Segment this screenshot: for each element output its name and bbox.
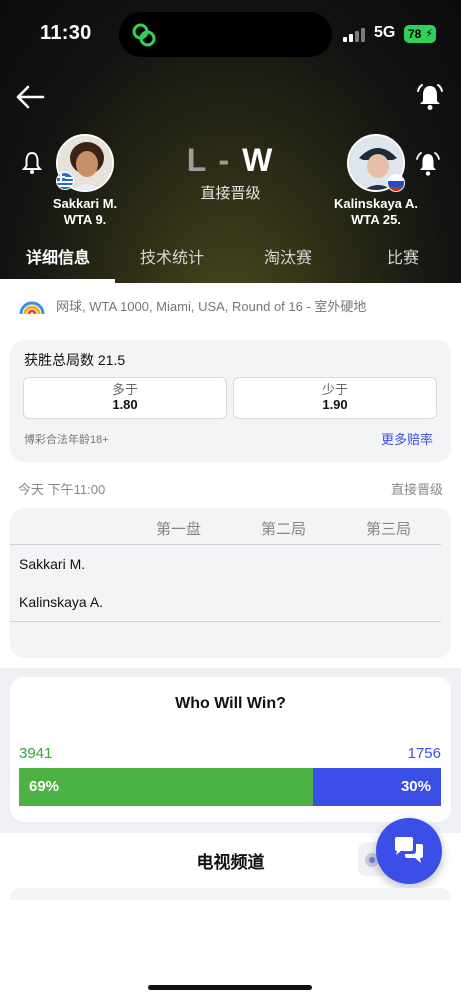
score-separator: -: [218, 142, 232, 178]
odds-under-label: 少于: [321, 382, 348, 397]
odds-over-value: 1.80: [112, 397, 138, 412]
votes-left: 3941: [19, 745, 53, 762]
player-rank-right: WTA 25.: [351, 212, 401, 227]
tab-statistics[interactable]: 技术统计: [140, 244, 204, 268]
table-divider: [10, 621, 441, 622]
match-time: 今天 下午11:00: [18, 482, 106, 497]
table-divider: [10, 544, 441, 545]
poll-bar-left[interactable]: [19, 768, 313, 806]
provider-rainbow-icon: [19, 301, 45, 315]
tournament-text: 网球, WTA 1000, Miami, USA, Round of 16 - …: [56, 299, 367, 314]
poll-bar[interactable]: 69% 30%: [19, 768, 441, 806]
tab-bar: 详细信息 技术统计 淘汰赛 比赛: [0, 236, 461, 283]
votes-right: 1756: [407, 745, 441, 762]
charging-bolt-icon: ⚡: [425, 28, 433, 40]
status-time: 11:30: [40, 22, 92, 44]
odds-card: 获胜总局数 21.5 多于 1.80 少于 1.90 博彩合法年龄18+ 更多赔…: [10, 340, 451, 462]
sets-table: 第一盘 第二局 第三局 Sakkari M. Kalinskaya A.: [10, 508, 451, 658]
score-right: W: [242, 142, 275, 178]
tab-matches[interactable]: 比赛: [387, 244, 419, 268]
greece-flag-icon: [56, 172, 74, 190]
match-state: 直接晋级: [390, 482, 443, 497]
who-will-win-card: Who Will Win? 3941 1756 69% 30%: [10, 677, 451, 822]
odds-over-button[interactable]: 多于 1.80: [23, 377, 227, 419]
tab-details[interactable]: 详细信息: [26, 244, 90, 268]
russia-flag-icon: [387, 174, 405, 192]
match-header: 11:30 5G 78 ⚡ Sakkari M. WTA 9. Kalinska…: [0, 0, 461, 283]
set-header-3: 第三局: [366, 521, 412, 538]
battery-icon: 78 ⚡: [404, 25, 436, 43]
row-spacer: [19, 584, 441, 585]
player-info-left[interactable]: Sakkari M. WTA 9.: [25, 196, 145, 228]
legal-age-notice: 博彩合法年龄18+: [24, 434, 109, 446]
odds-title: 获胜总局数 21.5: [24, 352, 126, 368]
player-name-left: Sakkari M.: [52, 196, 118, 211]
match-status: 直接晋级: [200, 185, 261, 202]
network-label: 5G: [374, 24, 396, 41]
odds-under-value: 1.90: [322, 397, 348, 412]
bell-filled-icon[interactable]: [415, 82, 445, 112]
next-card-edge: [10, 888, 451, 900]
more-odds-link[interactable]: 更多赔率: [381, 429, 433, 448]
table-row-player-left: Sakkari M.: [19, 556, 86, 572]
home-indicator[interactable]: [148, 985, 312, 990]
signal-icon: [343, 28, 367, 42]
set-header-2: 第二局: [261, 521, 307, 538]
poll-title: Who Will Win?: [175, 695, 286, 712]
odds-over-label: 多于: [111, 382, 138, 397]
player-name-right: Kalinskaya A.: [333, 196, 419, 211]
back-arrow-icon[interactable]: [14, 82, 46, 112]
table-row-player-right: Kalinskaya A.: [19, 594, 104, 610]
battery-level: 78: [408, 27, 422, 41]
poll-pct-left: 69%: [29, 778, 60, 795]
dynamic-island: [119, 12, 332, 57]
player-info-right[interactable]: Kalinskaya A. WTA 25.: [316, 196, 436, 228]
bell-filled-icon[interactable]: [415, 150, 441, 178]
status-bar: 11:30 5G 78 ⚡: [0, 0, 461, 60]
app-link-icon: [132, 23, 156, 47]
chat-button[interactable]: [376, 818, 442, 884]
match-score: L - W: [160, 142, 301, 179]
chat-bubbles-icon: [395, 837, 423, 863]
poll-pct-right: 30%: [400, 778, 431, 795]
set-header-1: 第一盘: [156, 521, 202, 538]
score-left: L: [186, 142, 208, 178]
bell-outline-icon[interactable]: [20, 150, 44, 176]
odds-under-button[interactable]: 少于 1.90: [233, 377, 437, 419]
player-rank-left: WTA 9.: [63, 212, 107, 227]
tab-draw[interactable]: 淘汰赛: [264, 244, 312, 268]
